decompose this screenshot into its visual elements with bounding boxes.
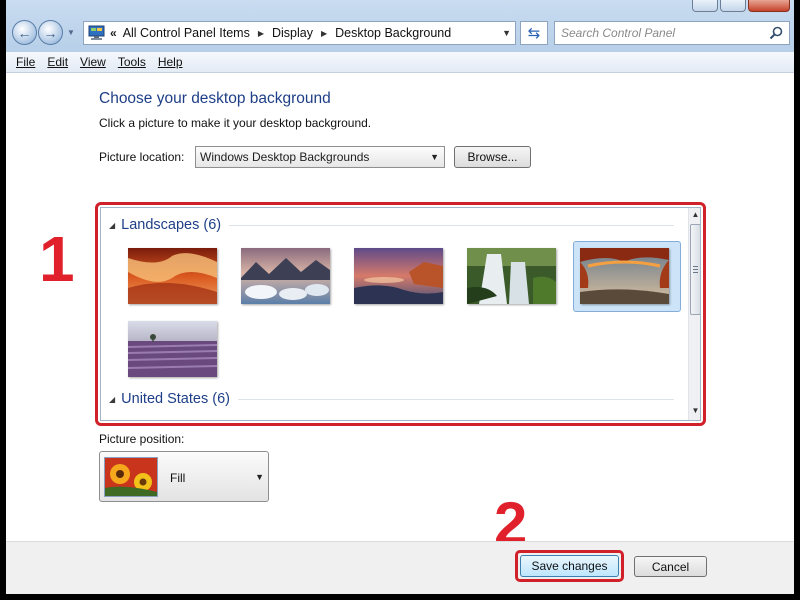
cancel-button[interactable]: Cancel (634, 556, 707, 577)
menu-bar: File Edit View Tools Help (6, 52, 794, 73)
breadcrumb-desktop-background[interactable]: Desktop Background (335, 26, 451, 40)
thumbnail-landscape-3[interactable] (354, 248, 443, 304)
collapse-triangle-icon[interactable]: ◢ (109, 395, 115, 404)
picture-location-value: Windows Desktop Backgrounds (200, 150, 370, 164)
picture-location-label: Picture location: (99, 150, 185, 164)
close-button[interactable] (748, 0, 790, 12)
gallery-scrollbar[interactable]: ▲ ▼ (688, 208, 700, 420)
search-icon[interactable] (769, 26, 783, 43)
dropdown-arrow-icon: ▼ (255, 472, 264, 482)
refresh-button[interactable]: ⇆ (520, 21, 548, 45)
group-label: United States (6) (121, 391, 230, 407)
thumbnail-landscape-2[interactable] (241, 248, 330, 304)
thumbnail-landscape-1[interactable] (128, 248, 217, 304)
scroll-grip-icon (693, 266, 698, 274)
collapse-triangle-icon[interactable]: ◢ (109, 221, 115, 230)
breadcrumb-all-items[interactable]: All Control Panel Items (123, 26, 250, 40)
picture-position-label: Picture position: (99, 432, 185, 446)
page-title: Choose your desktop background (99, 90, 331, 107)
browse-button[interactable]: Browse... (454, 146, 531, 168)
breadcrumb-display[interactable]: Display (272, 26, 313, 40)
search-box[interactable] (554, 21, 790, 45)
group-header-united-states[interactable]: ◢ United States (6) (109, 391, 674, 407)
group-header-landscapes[interactable]: ◢ Landscapes (6) (109, 217, 674, 233)
menu-file[interactable]: File (10, 55, 41, 69)
maximize-button[interactable] (720, 0, 746, 12)
menu-edit[interactable]: Edit (41, 55, 74, 69)
menu-help[interactable]: Help (152, 55, 189, 69)
navigation-bar: ← → ▼ « All Control Panel Items ▶ Displa… (6, 0, 794, 52)
history-dropdown-icon[interactable]: ▼ (67, 28, 77, 38)
picture-gallery[interactable]: ◢ Landscapes (6) ◢ United States (6) ▲ ▼ (100, 207, 701, 421)
desktop-background-window: ← → ▼ « All Control Panel Items ▶ Displa… (6, 0, 794, 594)
caption-buttons (692, 0, 790, 14)
thumbnail-landscape-4[interactable] (467, 248, 556, 304)
group-divider (237, 398, 674, 400)
control-panel-icon (88, 25, 106, 41)
instruction-text: Click a picture to make it your desktop … (99, 116, 372, 130)
picture-position-select[interactable]: Fill ▼ (99, 451, 269, 502)
group-divider (229, 224, 674, 226)
menu-view-label: View (80, 55, 106, 69)
breadcrumb-separator-icon[interactable]: ▶ (258, 29, 264, 38)
picture-location-select[interactable]: Windows Desktop Backgrounds ▼ (195, 146, 445, 168)
menu-file-label: File (16, 55, 36, 69)
flower-preview-icon (104, 457, 158, 497)
menu-tools-label: Tools (117, 55, 146, 69)
picture-position-value: Fill (170, 471, 186, 485)
scrollbar-thumb[interactable] (690, 224, 700, 315)
breadcrumb-separator-icon[interactable]: ▶ (321, 29, 327, 38)
address-dropdown-icon[interactable]: ▼ (502, 28, 511, 38)
menu-help-label: Help (157, 55, 183, 69)
address-bar[interactable]: « All Control Panel Items ▶ Display ▶ De… (83, 21, 516, 45)
forward-button[interactable]: → (38, 20, 63, 45)
menu-edit-label: Edit (47, 55, 69, 69)
thumbnail-landscape-6[interactable] (128, 321, 217, 377)
minimize-button[interactable] (692, 0, 718, 12)
step-1-marker: 1 (39, 223, 75, 295)
back-arrow-icon: ← (17, 24, 32, 41)
breadcrumb-overflow-icon[interactable]: « (110, 26, 117, 40)
group-label: Landscapes (6) (121, 217, 222, 233)
menu-tools[interactable]: Tools (112, 55, 152, 69)
menu-view[interactable]: View (74, 55, 112, 69)
scroll-down-arrow-icon[interactable]: ▼ (689, 406, 700, 418)
scroll-up-arrow-icon[interactable]: ▲ (689, 210, 700, 222)
search-input[interactable] (561, 23, 761, 43)
refresh-icon: ⇆ (527, 25, 541, 42)
forward-arrow-icon: → (43, 24, 58, 41)
thumbnail-landscape-5-selected[interactable] (580, 248, 669, 304)
save-changes-button[interactable]: Save changes (520, 555, 619, 577)
dropdown-arrow-icon: ▼ (430, 152, 439, 162)
back-button[interactable]: ← (12, 20, 37, 45)
